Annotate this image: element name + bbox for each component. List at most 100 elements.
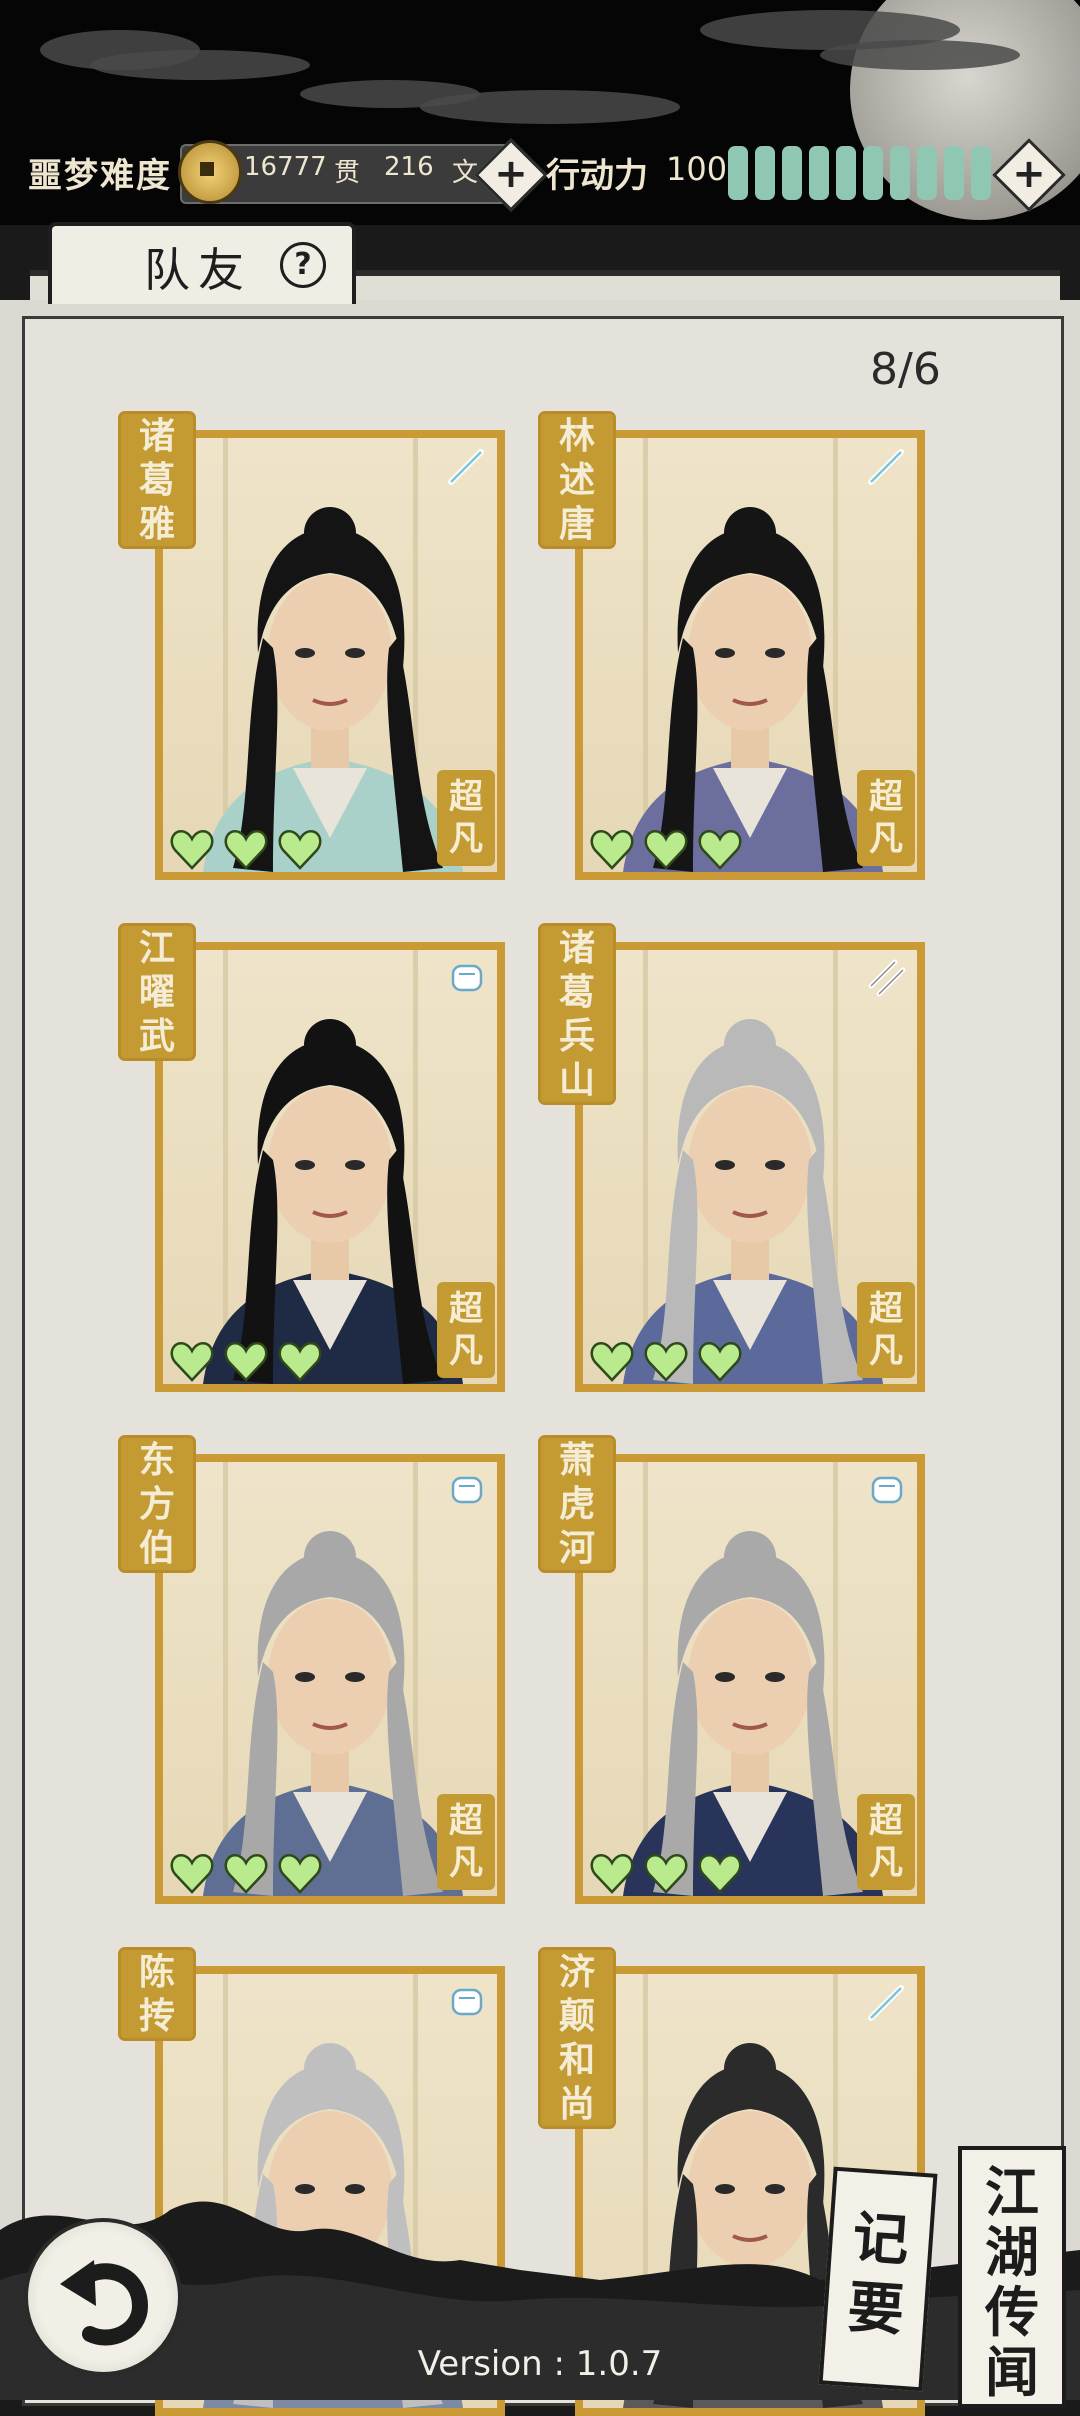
name-char: 兵 bbox=[558, 1015, 595, 1057]
add-stamina-button[interactable]: + bbox=[992, 138, 1066, 212]
team-count: 8/6 bbox=[870, 344, 941, 395]
heart-icon bbox=[169, 826, 215, 872]
fist-icon bbox=[445, 1980, 489, 2024]
name-char: 葛 bbox=[558, 971, 595, 1013]
heart-icon bbox=[589, 826, 635, 872]
stamina-segment bbox=[890, 146, 910, 200]
heart-row bbox=[589, 1850, 751, 1896]
fist-icon bbox=[445, 956, 489, 1000]
resource-bar: 噩梦难度 16777 贯 216 文 + 行动力 100 + bbox=[0, 138, 1080, 212]
rank-char: 凡 bbox=[869, 819, 903, 859]
character-name: 萧虎河 bbox=[541, 1438, 613, 1570]
teammate-card[interactable]: 东方伯超凡 bbox=[121, 1438, 505, 1904]
rumors-char: 湖 bbox=[985, 2220, 1039, 2284]
help-icon[interactable]: ? bbox=[280, 242, 326, 288]
heart-icon bbox=[277, 1850, 323, 1896]
rank-badge: 超凡 bbox=[857, 1282, 915, 1378]
heart-icon bbox=[697, 1850, 743, 1896]
rank-char: 超 bbox=[449, 1801, 483, 1841]
name-char: 伯 bbox=[138, 1527, 175, 1569]
stamina-segment bbox=[755, 146, 775, 200]
sword-icon bbox=[445, 444, 489, 488]
rank-char: 超 bbox=[869, 1289, 903, 1329]
heart-icon bbox=[277, 826, 323, 872]
heart-row bbox=[589, 826, 751, 872]
fist-icon bbox=[445, 1468, 489, 1512]
rumors-char: 传 bbox=[985, 2280, 1039, 2344]
dual-sword-icon bbox=[865, 956, 909, 1000]
plus-icon: + bbox=[1012, 151, 1046, 197]
stamina-segment bbox=[782, 146, 802, 200]
character-name: 陈抟 bbox=[121, 1950, 193, 2038]
fist-icon bbox=[865, 1468, 909, 1512]
name-char: 河 bbox=[558, 1527, 595, 1569]
name-char: 和 bbox=[558, 2039, 595, 2081]
heart-icon bbox=[223, 1338, 269, 1384]
heart-icon bbox=[697, 826, 743, 872]
coin-wen-value: 216 bbox=[384, 152, 434, 182]
heart-icon bbox=[643, 1338, 689, 1384]
teammate-card[interactable]: 江曜武超凡 bbox=[121, 926, 505, 1392]
heart-icon bbox=[589, 1338, 635, 1384]
stamina-segment bbox=[944, 146, 964, 200]
name-char: 颠 bbox=[558, 1995, 595, 2037]
teammate-card[interactable]: 诸葛雅超凡 bbox=[121, 414, 505, 880]
name-char: 曜 bbox=[138, 971, 175, 1013]
name-char: 济 bbox=[558, 1951, 595, 1993]
stamina-segment bbox=[863, 146, 883, 200]
rumors-button[interactable]: 江 湖 传 闻 bbox=[958, 2146, 1066, 2408]
rank-badge: 超凡 bbox=[437, 1282, 495, 1378]
name-char: 雅 bbox=[138, 503, 175, 545]
character-name: 诸葛雅 bbox=[121, 414, 193, 546]
teammate-card[interactable]: 诸葛兵山超凡 bbox=[541, 926, 925, 1392]
name-char: 江 bbox=[138, 927, 175, 969]
tab-teammates[interactable]: 队友 ? bbox=[48, 222, 356, 304]
heart-icon bbox=[169, 1338, 215, 1384]
heart-icon bbox=[589, 1850, 635, 1896]
name-char: 虎 bbox=[558, 1483, 595, 1525]
name-char: 武 bbox=[138, 1015, 175, 1057]
notes-char: 要 bbox=[845, 2274, 907, 2344]
rumors-char: 江 bbox=[985, 2160, 1039, 2224]
plus-icon: + bbox=[494, 151, 528, 197]
heart-icon bbox=[169, 1850, 215, 1896]
teammate-card[interactable]: 萧虎河超凡 bbox=[541, 1438, 925, 1904]
stamina-segment bbox=[917, 146, 937, 200]
rank-char: 超 bbox=[449, 1289, 483, 1329]
coin-guan-unit: 贯 bbox=[334, 158, 361, 188]
rank-char: 凡 bbox=[869, 1331, 903, 1371]
heart-row bbox=[589, 1338, 751, 1384]
rank-char: 超 bbox=[869, 777, 903, 817]
stamina-value: 100 bbox=[666, 150, 728, 188]
coin-wen-unit: 文 bbox=[452, 158, 479, 188]
stamina-segment bbox=[809, 146, 829, 200]
stamina-segment bbox=[728, 146, 748, 200]
heart-row bbox=[169, 826, 331, 872]
rank-badge: 超凡 bbox=[857, 1794, 915, 1890]
heart-icon bbox=[277, 1338, 323, 1384]
rank-char: 超 bbox=[869, 1801, 903, 1841]
teammate-card[interactable]: 林述唐超凡 bbox=[541, 414, 925, 880]
name-char: 述 bbox=[558, 459, 595, 501]
character-name: 诸葛兵山 bbox=[541, 926, 613, 1102]
rank-char: 凡 bbox=[449, 1843, 483, 1883]
notes-char: 记 bbox=[850, 2204, 912, 2274]
heart-icon bbox=[643, 1850, 689, 1896]
stamina-segment bbox=[971, 146, 991, 200]
rank-char: 凡 bbox=[449, 819, 483, 859]
name-char: 山 bbox=[558, 1059, 595, 1101]
rank-char: 超 bbox=[449, 777, 483, 817]
notes-button[interactable]: 记 要 bbox=[818, 2166, 938, 2392]
heart-icon bbox=[643, 826, 689, 872]
difficulty-label: 噩梦难度 bbox=[28, 156, 172, 196]
sword-icon bbox=[865, 444, 909, 488]
rank-badge: 超凡 bbox=[437, 770, 495, 866]
name-char: 葛 bbox=[138, 459, 175, 501]
character-name: 林述唐 bbox=[541, 414, 613, 546]
stamina-segment bbox=[836, 146, 856, 200]
name-char: 萧 bbox=[558, 1439, 595, 1481]
name-char: 唐 bbox=[558, 503, 595, 545]
rank-badge: 超凡 bbox=[857, 770, 915, 866]
rank-badge: 超凡 bbox=[437, 1794, 495, 1890]
character-name: 江曜武 bbox=[121, 926, 193, 1058]
